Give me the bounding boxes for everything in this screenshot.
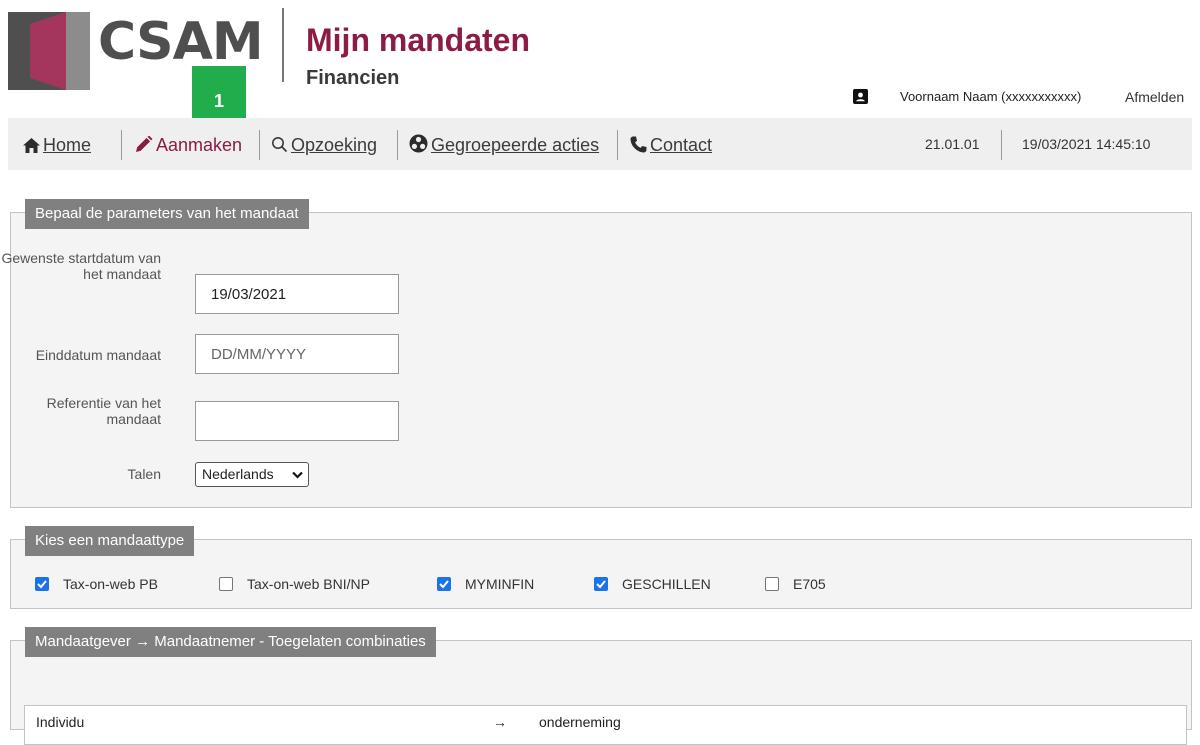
language-select[interactable]: Nederlands — [195, 462, 309, 487]
nav-divider — [1001, 130, 1002, 160]
checkbox-label: Tax-on-web BNI/NP — [247, 576, 370, 592]
checkbox-label: MYMINFIN — [465, 576, 535, 592]
app-version: 21.01.01 — [925, 136, 980, 152]
checkbox-geschillen[interactable]: GESCHILLEN — [594, 576, 711, 592]
types-legend: Kies een mandaattype — [25, 526, 195, 556]
checkbox-label: E705 — [793, 576, 826, 592]
csam-logo-mark — [8, 12, 90, 90]
checkbox-tax-on-web-pb[interactable]: Tax-on-web PB — [35, 576, 158, 592]
combinations-fieldset: Mandaatgever → Mandaatnemer - Toegelaten… — [10, 627, 1192, 745]
header-divider — [282, 8, 284, 82]
reference-input[interactable] — [195, 401, 399, 441]
nav-aanmaken[interactable]: Aanmaken — [135, 134, 242, 156]
chevron-down-icon — [292, 471, 303, 479]
language-label-text: Talen — [127, 466, 161, 482]
enddate-label: Einddatum mandaat — [0, 347, 161, 363]
nav-opzoeking[interactable]: Opzoeking — [271, 134, 377, 156]
nav-home[interactable]: Home — [23, 134, 91, 156]
combination-row: Individu → onderneming — [24, 705, 1187, 745]
step-badge-number: 1 — [213, 91, 224, 111]
params-legend: Bepaal de parameters van het mandaat — [25, 199, 309, 229]
home-icon — [23, 138, 40, 153]
nav-divider — [397, 130, 398, 160]
nav-divider — [617, 130, 618, 160]
reference-label: Referentie van het mandaat — [11, 395, 161, 427]
checkbox-label: GESCHILLEN — [622, 576, 711, 592]
reference-label-text: Referentie van het mandaat — [46, 395, 161, 427]
startdate-label: Gewenste startdatum van het mandaat — [1, 250, 161, 282]
language-selected-value: Nederlands — [202, 466, 274, 482]
user-area: Voornaam Naam (xxxxxxxxxxx) Afmelden — [850, 80, 1200, 116]
nav-home-label: Home — [43, 135, 92, 155]
enddate-label-text: Einddatum mandaat — [35, 347, 161, 363]
nav-divider — [259, 130, 260, 160]
params-fieldset: Bepaal de parameters van het mandaat Gew… — [1, 199, 1192, 508]
group-icon — [409, 134, 428, 153]
combination-arrow: → — [493, 714, 507, 730]
checkbox-unchecked-icon — [219, 577, 233, 591]
logo-text: CSAM — [98, 12, 264, 72]
checkbox-checked-icon — [35, 577, 49, 591]
startdate-input[interactable] — [195, 274, 399, 314]
types-fieldset: Kies een mandaattype Tax-on-web PB Tax-o… — [10, 526, 1192, 609]
pencil-icon — [136, 135, 153, 152]
logout-link[interactable]: Afmelden — [1125, 89, 1184, 105]
checkbox-unchecked-icon — [765, 577, 779, 591]
checkbox-myminfin[interactable]: MYMINFIN — [437, 576, 534, 592]
combination-from: Individu — [36, 714, 85, 730]
checkbox-e705[interactable]: E705 — [765, 576, 826, 592]
nav-gegroepeerde-acties-label: Gegroepeerde acties — [431, 135, 600, 155]
phone-icon — [630, 136, 647, 153]
checkbox-tax-on-web-bni-np[interactable]: Tax-on-web BNI/NP — [219, 576, 370, 592]
nav-contact-label: Contact — [650, 135, 713, 155]
combination-to: onderneming — [539, 714, 621, 730]
nav-aanmaken-label: Aanmaken — [156, 135, 243, 155]
main-nav: Home Aanmaken Opzoeking Gegroepeerde act… — [8, 118, 1192, 170]
checkbox-label: Tax-on-web PB — [63, 576, 158, 592]
language-label: Talen — [11, 466, 161, 482]
enddate-input[interactable] — [195, 334, 399, 374]
checkbox-checked-icon — [437, 577, 451, 591]
nav-divider — [121, 130, 122, 160]
nav-contact[interactable]: Contact — [630, 134, 712, 156]
nav-gegroepeerde-acties[interactable]: Gegroepeerde acties — [409, 134, 599, 156]
nav-opzoeking-label: Opzoeking — [291, 135, 378, 155]
search-icon — [272, 137, 288, 153]
current-datetime: 19/03/2021 14:45:10 — [1022, 136, 1151, 152]
combinations-legend: Mandaatgever → Mandaatnemer - Toegelaten… — [25, 627, 436, 657]
checkbox-checked-icon — [594, 577, 608, 591]
user-name: Voornaam Naam (xxxxxxxxxxx) — [900, 89, 1082, 104]
app-subtitle: Financien — [306, 67, 400, 89]
user-card-icon — [853, 89, 868, 104]
app-title: Mijn mandaten — [306, 22, 531, 58]
startdate-label-text: Gewenste startdatum van het mandaat — [1, 250, 161, 282]
